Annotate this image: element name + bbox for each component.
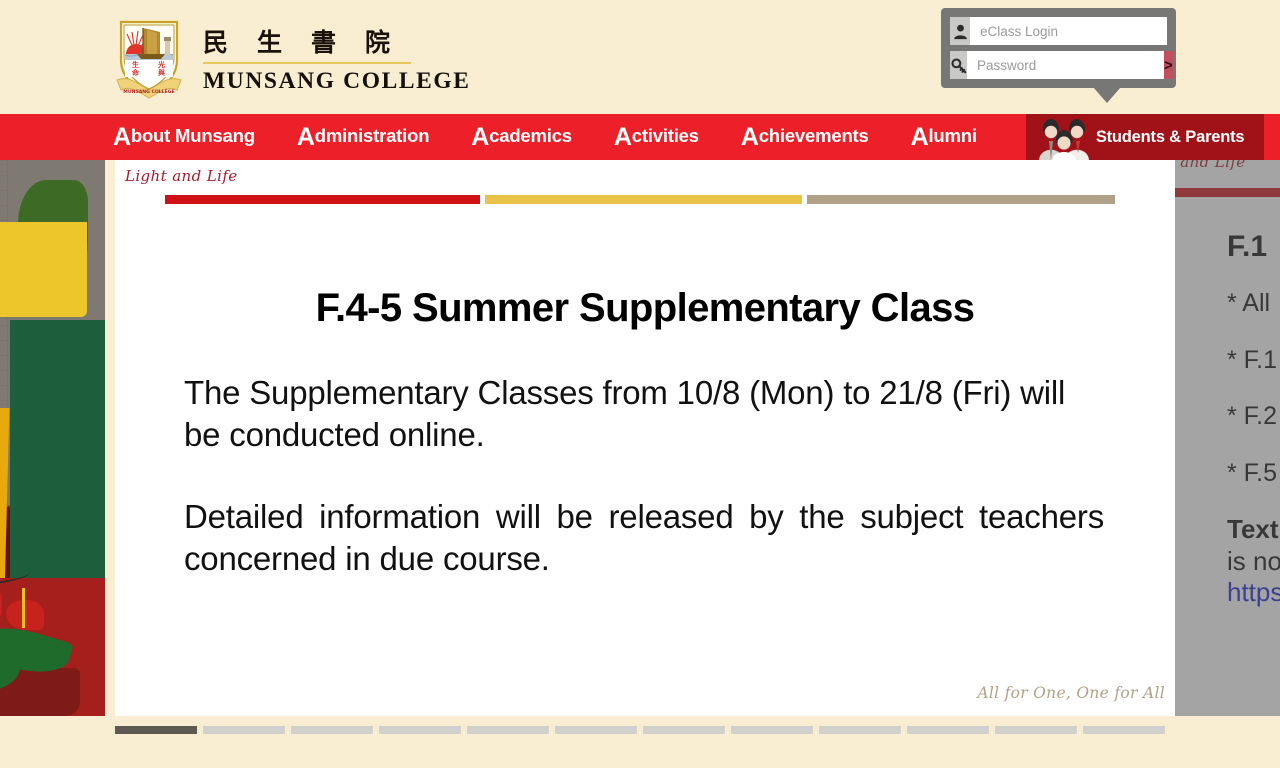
nav-item-students-and-parents[interactable]: Students & Parents [1025,114,1265,161]
nav-item-about-munsang[interactable]: About Munsang [113,114,255,160]
photo-flower-stem [22,588,25,628]
pagination-bar-10[interactable] [907,726,989,734]
nav-item-label: lumni [928,125,977,146]
svg-text:生: 生 [132,60,139,69]
accent-bar-red [1175,188,1280,197]
pagination-bar-6[interactable] [555,726,637,734]
slide-paragraph-2: Detailed information will be released by… [184,497,1104,577]
pagination-bar-1[interactable] [115,726,197,734]
nav-students-label: Students & Parents [1095,127,1245,146]
login-submit-button[interactable]: > [1164,51,1173,79]
nav-item-label: bout Munsang [130,125,255,146]
pagination-bar-8[interactable] [731,726,813,734]
nav-item-cap: A [613,122,632,151]
accent-bar-red [165,195,480,204]
login-pointer [1093,87,1121,103]
family-icon [1036,115,1092,161]
svg-text:光: 光 [157,60,165,69]
site-header: 生命 光與 MUNSANG COLLEGE 民生書院 MUNSANG COLLE… [0,0,1280,114]
next-slide-accent-bars [1175,188,1280,197]
svg-text:與: 與 [158,68,165,77]
eclass-login-input[interactable] [970,17,1167,45]
list-item: * F.1 Ho [1227,345,1280,374]
previous-slide-photo [0,160,105,716]
pagination-bar-2[interactable] [203,726,285,734]
login-password-row: > [950,51,1173,79]
school-crest-icon: 生命 光與 MUNSANG COLLEGE [113,14,185,104]
login-username-row [950,17,1167,45]
next-slide-list: * All * F.1 Ho * F.2 Au * F.5 [1227,288,1280,488]
pagination-bar-11[interactable] [995,726,1077,734]
nav-item-cap: A [113,122,131,151]
slide-motto: All for One, One for All [977,684,1165,702]
next-slide-title: F.1 [1227,230,1268,263]
next-slide-kicker: Light and Life [1175,160,1246,171]
pagination-bar-7[interactable] [643,726,725,734]
nav-item-cap: A [740,122,759,151]
login-box: > [941,8,1176,103]
nav-item-achievements[interactable]: Achievements [741,114,869,160]
nav-item-label: ctivities [631,125,699,146]
nav-item-label: cademics [489,125,572,146]
list-item: * F.2 Au [1227,402,1280,430]
brand-english-name: MUNSANG COLLEGE [203,68,471,94]
next-slide-content: Light and Life F.1 * All * F.1 Ho * F.2 … [1175,160,1280,716]
slide-body: The Supplementary Classes from 10/8 (Mon… [184,372,1104,580]
brand-text: 民生書院 MUNSANG COLLEGE [203,14,469,94]
brand-block[interactable]: 生命 光與 MUNSANG COLLEGE 民生書院 MUNSANG COLLE… [113,14,469,104]
accent-bar-tan [807,195,1115,204]
svg-text:命: 命 [131,68,140,77]
pagination-bar-5[interactable] [467,726,549,734]
next-slide-footer: Text is no https [1227,514,1280,609]
photo-flower [6,600,44,630]
carousel-pagination [115,726,1165,734]
list-item: * F.5 [1227,458,1278,487]
list-item: * All [1227,289,1271,317]
carousel-previous-slide[interactable] [0,160,105,716]
slide-paragraph-1: The Supplementary Classes from 10/8 (Mon… [184,374,1066,453]
brand-divider [203,62,411,65]
carousel-next-slide[interactable]: Light and Life F.1 * All * F.1 Ho * F.2 … [1175,160,1280,716]
pagination-bar-4[interactable] [379,726,461,734]
slideshow-carousel: Light and Life F.4-5 Summer Supplementar… [0,160,1280,716]
pagination-bar-9[interactable] [819,726,901,734]
nav-item-cap: A [296,122,315,151]
person-icon [950,17,970,45]
nav-item-academics[interactable]: Academics [471,114,572,160]
next-slide-link[interactable]: https [1227,577,1280,607]
nav-left-spacer [0,114,113,160]
next-slide-footer-text: is no [1227,545,1280,576]
pagination-bar-12[interactable] [1083,726,1165,734]
nav-item-alumni[interactable]: Alumni [911,114,977,160]
nav-item-activities[interactable]: Activities [614,114,699,160]
slide-kicker-light-and-life: Light and Life [125,167,238,185]
slide-title: F.4-5 Summer Supplementary Class [315,286,975,330]
nav-item-label: dministration [314,125,430,146]
login-panel: > [941,8,1176,103]
svg-text:MUNSANG COLLEGE: MUNSANG COLLEGE [123,89,174,95]
brand-chinese-name: 民生書院 [203,28,420,57]
page-root: 生命 光與 MUNSANG COLLEGE 民生書院 MUNSANG COLLE… [0,0,1280,768]
nav-item-label: chievements [758,125,869,146]
password-input[interactable] [967,51,1164,79]
slide-accent-bars [165,195,1115,204]
next-slide-footer-bold: Text [1227,514,1279,544]
nav-item-administration[interactable]: Administration [296,114,430,160]
photo-yellow-top-panel [0,222,87,317]
nav-item-cap: A [910,122,929,151]
nav-item-cap: A [471,122,490,151]
main-navigation: About Munsang Administration Academics A… [0,114,1280,161]
pagination-bar-3[interactable] [291,726,373,734]
carousel-active-slide[interactable]: Light and Life F.4-5 Summer Supplementar… [115,160,1175,716]
accent-bar-gold [485,195,802,204]
key-icon [950,51,967,79]
